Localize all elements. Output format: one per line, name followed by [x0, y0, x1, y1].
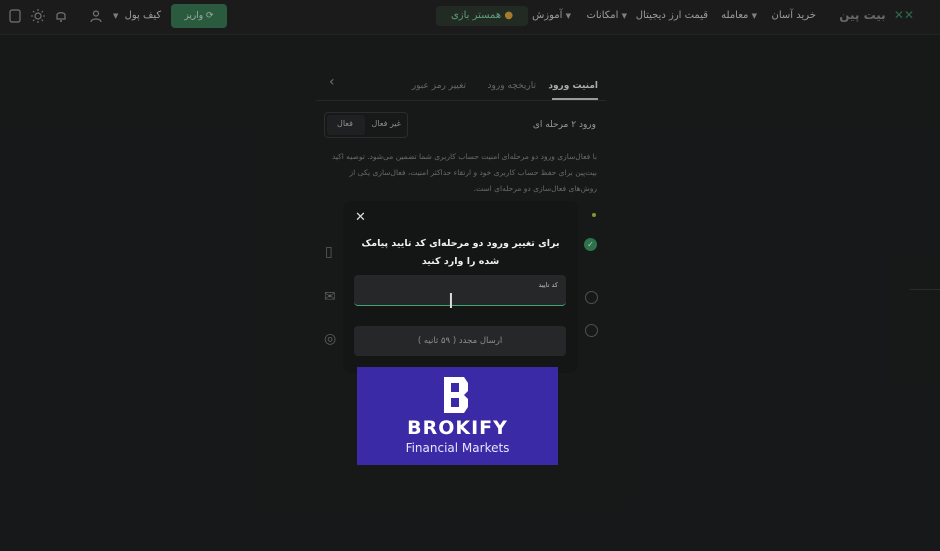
verification-code-input[interactable]	[360, 288, 562, 304]
ad-brand: BROKIFY	[407, 417, 508, 439]
verify-code-modal: ✕ برای تغییر ورود دو مرحله‌ای کد تایید پ…	[343, 201, 578, 373]
ad-tagline: Financial Markets	[405, 441, 510, 455]
brokify-logo-icon	[444, 377, 468, 413]
verification-code-field[interactable]: کد تایید	[354, 275, 566, 306]
text-cursor-icon: I	[448, 289, 454, 313]
resend-code-button[interactable]: ارسال مجدد ( ۵۹ ثانیه )	[354, 326, 566, 356]
brokify-ad-banner[interactable]: BROKIFY Financial Markets	[357, 367, 558, 465]
close-icon[interactable]: ✕	[355, 210, 366, 225]
modal-title: برای تغییر ورود دو مرحله‌ای کد تایید پیا…	[361, 238, 560, 267]
